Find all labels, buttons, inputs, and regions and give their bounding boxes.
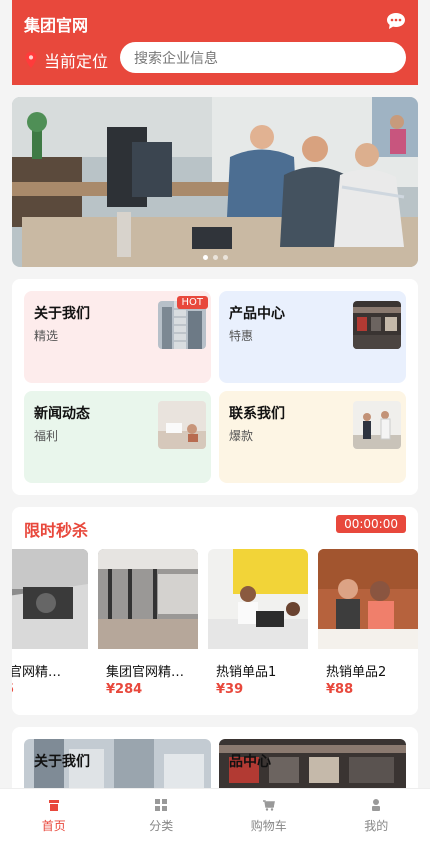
countdown-timer: 00:00:00 xyxy=(336,515,406,533)
category-subtitle: 爆款 xyxy=(229,429,254,443)
tab-label: 分类 xyxy=(149,819,174,833)
banner-office-photo xyxy=(12,97,418,267)
category-contact[interactable]: 联系我们 爆款 xyxy=(219,391,406,483)
category-name: 新闻动态 xyxy=(34,406,90,422)
featured-card-label: 关于我们 xyxy=(34,754,90,770)
product-card[interactable]: 热销单品1 ¥39 xyxy=(208,549,308,704)
grid-icon xyxy=(155,799,168,811)
product-price: ¥88 xyxy=(326,682,354,697)
product-price: ¥284 xyxy=(106,682,143,697)
bottom-tab-bar: 首页 分类 购物车 我的 xyxy=(0,788,430,844)
flash-sale-section: 限时秒杀 00:00:00 团官网精… 35 集团官网精… ¥284 热销单品1… xyxy=(12,507,418,715)
banner-carousel[interactable] xyxy=(12,97,418,267)
category-subtitle: 精选 xyxy=(34,329,59,343)
tab-label: 我的 xyxy=(364,819,389,833)
carousel-dot[interactable] xyxy=(222,255,228,260)
category-subtitle: 特惠 xyxy=(229,329,254,343)
category-name: 产品中心 xyxy=(229,306,285,322)
category-thumbnail xyxy=(158,401,206,449)
carousel-dot[interactable] xyxy=(202,255,208,260)
chat-icon[interactable] xyxy=(386,12,406,30)
tab-profile[interactable]: 我的 xyxy=(323,789,430,844)
app-title: 集团官网 xyxy=(24,16,89,35)
tab-cart[interactable]: 购物车 xyxy=(215,789,323,844)
user-icon xyxy=(372,799,381,811)
product-name: 热销单品2 xyxy=(326,665,387,680)
location-label: 当前定位 xyxy=(44,52,109,71)
category-thumbnail xyxy=(353,401,401,449)
product-image xyxy=(208,549,308,649)
search-placeholder: 搜索企业信息 xyxy=(134,50,218,67)
product-name: 团官网精… xyxy=(12,665,62,680)
product-image xyxy=(12,549,88,649)
category-grid: 关于我们 精选 HOT 产品中心 特惠 新闻动态 福利 联系我们 爆款 xyxy=(12,279,418,495)
product-name: 热销单品1 xyxy=(216,665,277,680)
category-name: 关于我们 xyxy=(34,306,90,322)
tab-label: 购物车 xyxy=(250,818,287,833)
product-card[interactable]: 团官网精… 35 xyxy=(12,549,88,704)
carousel-dot[interactable] xyxy=(212,255,218,260)
category-about[interactable]: 关于我们 精选 HOT xyxy=(24,291,211,383)
carousel-indicators xyxy=(12,255,418,260)
search-input[interactable]: 搜索企业信息 xyxy=(120,42,406,73)
product-card[interactable]: 热销单品2 ¥88 xyxy=(318,549,418,704)
product-card[interactable]: 集团官网精… ¥284 xyxy=(98,549,198,704)
product-price: 35 xyxy=(12,682,14,697)
category-subtitle: 福利 xyxy=(34,429,59,443)
product-price: ¥39 xyxy=(216,682,244,697)
featured-card-label: 品中心 xyxy=(229,754,271,770)
home-icon xyxy=(48,799,59,811)
product-name: 集团官网精… xyxy=(106,665,185,680)
cart-icon xyxy=(262,799,275,811)
category-news[interactable]: 新闻动态 福利 xyxy=(24,391,211,483)
tab-category[interactable]: 分类 xyxy=(108,789,216,844)
hot-badge: HOT xyxy=(176,296,208,309)
category-products[interactable]: 产品中心 特惠 xyxy=(219,291,406,383)
category-name: 联系我们 xyxy=(229,406,285,422)
product-image xyxy=(98,549,198,649)
tab-label: 首页 xyxy=(41,818,66,833)
flash-sale-title: 限时秒杀 xyxy=(24,521,89,540)
product-image xyxy=(318,549,418,649)
location-pin-icon xyxy=(25,52,37,68)
location-selector[interactable]: 当前定位 xyxy=(24,48,108,72)
top-header: 集团官网 当前定位 搜索企业信息 xyxy=(12,0,418,85)
tab-home[interactable]: 首页 xyxy=(0,789,108,844)
category-thumbnail xyxy=(353,301,401,349)
